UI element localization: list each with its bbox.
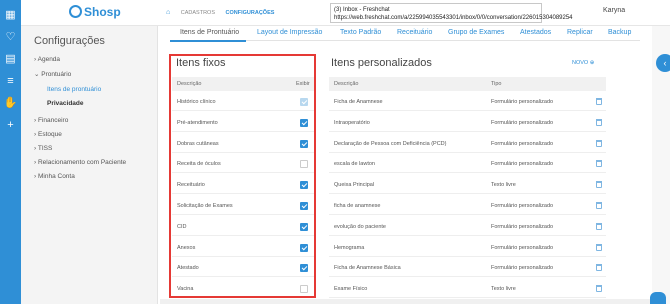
top-bar: Shosp ⌂ CADASTROS CONFIGURAÇÕES (3) Inbo… bbox=[21, 0, 670, 26]
database-icon[interactable]: ≡ bbox=[0, 70, 21, 92]
tooltip-title: (3) Inbox - Freshchat bbox=[334, 7, 390, 13]
trash-icon[interactable] bbox=[596, 181, 602, 189]
row-divider bbox=[329, 172, 606, 174]
sidebar-item-tiss[interactable]: › TISS bbox=[34, 145, 52, 152]
logo-text: Shosp bbox=[84, 5, 121, 19]
handshake-icon[interactable]: ✋ bbox=[0, 92, 21, 114]
trash-icon[interactable] bbox=[596, 98, 602, 105]
custom-item-description[interactable]: Ficha de Anamnese bbox=[334, 99, 383, 105]
custom-item-description[interactable]: Queixa Principal bbox=[334, 182, 374, 188]
trash-icon[interactable] bbox=[596, 285, 602, 293]
row-divider bbox=[329, 151, 606, 153]
row-divider bbox=[329, 255, 606, 257]
tab-backup[interactable]: Backup bbox=[608, 29, 631, 36]
collapse-panel-button[interactable]: ‹ bbox=[656, 54, 670, 72]
user-name[interactable]: Karyna bbox=[603, 7, 625, 14]
custom-item-type: Formulário personalizado bbox=[491, 119, 554, 126]
browser-tab-tooltip: (3) Inbox - Freshchat https://web.freshc… bbox=[330, 3, 573, 23]
custom-item-type: Texto livre bbox=[491, 182, 516, 189]
chat-widget-icon[interactable] bbox=[650, 292, 666, 304]
breadcrumb: ⌂ CADASTROS CONFIGURAÇÕES bbox=[166, 9, 283, 16]
horizontal-scrollbar[interactable] bbox=[160, 299, 650, 304]
trash-icon[interactable] bbox=[596, 202, 602, 209]
breadcrumb-configuracoes[interactable]: CONFIGURAÇÕES bbox=[226, 10, 275, 16]
trash-icon[interactable] bbox=[596, 118, 602, 126]
custom-items-title: Itens personalizados bbox=[331, 57, 432, 69]
trash-icon[interactable] bbox=[596, 222, 602, 230]
custom-table-header bbox=[329, 77, 606, 91]
tab-itens-prontuario[interactable]: Itens de Prontuário bbox=[180, 29, 239, 36]
custom-item-type: Formulário personalizado bbox=[491, 244, 554, 251]
row-divider bbox=[329, 214, 606, 215]
tab-atestados[interactable]: Atestados bbox=[520, 29, 551, 36]
custom-col-description: Descrição bbox=[334, 81, 359, 87]
app-rail: ▦ ♡ ▤ ≡ ✋ + bbox=[0, 0, 21, 304]
tooltip-url: https://web.freshchat.com/a/225994035543… bbox=[334, 15, 573, 21]
app-logo[interactable]: Shosp bbox=[69, 5, 121, 19]
row-divider bbox=[329, 130, 606, 132]
row-divider bbox=[329, 193, 606, 195]
tab-receituario[interactable]: Receituário bbox=[397, 29, 432, 36]
sidebar-item-relacionamento[interactable]: › Relacionamento com Paciente bbox=[34, 159, 126, 166]
settings-tabs: Itens de Prontuário Layout de Impressão … bbox=[170, 26, 640, 41]
tab-replicar[interactable]: Replicar bbox=[567, 29, 593, 36]
custom-item-description[interactable]: Hemograma bbox=[334, 245, 364, 251]
sidebar-item-agenda[interactable]: › Agenda bbox=[34, 56, 60, 63]
tab-layout-impressao[interactable]: Layout de Impressão bbox=[257, 29, 322, 36]
trash-icon[interactable] bbox=[596, 264, 602, 272]
custom-col-type: Tipo bbox=[491, 81, 502, 87]
sidebar-item-financeiro[interactable]: › Financeiro bbox=[34, 117, 68, 124]
sidebar-subitem-itens-prontuario[interactable]: Itens de prontuário bbox=[47, 86, 101, 93]
custom-item-description[interactable]: escala de lawton bbox=[334, 161, 375, 167]
settings-sidebar: Configurações › Agenda ⌄ Prontuário Iten… bbox=[21, 26, 158, 304]
custom-item-type: Texto livre bbox=[491, 286, 516, 293]
custom-item-description[interactable]: Declaração de Pessoa com Deficiência (PC… bbox=[334, 141, 447, 147]
active-tab-indicator bbox=[170, 40, 246, 42]
calendar-icon[interactable]: ▦ bbox=[0, 4, 21, 26]
trash-icon[interactable] bbox=[596, 160, 602, 168]
tab-grupo-exames[interactable]: Grupo de Exames bbox=[448, 29, 504, 36]
sidebar-title: Configurações bbox=[34, 35, 105, 47]
custom-item-type: Formulário personalizado bbox=[491, 265, 554, 272]
row-divider bbox=[329, 276, 606, 278]
row-divider bbox=[329, 110, 606, 111]
custom-item-type: Formulário personalizado bbox=[491, 140, 554, 147]
sidebar-subitem-privacidade[interactable]: Privacidade bbox=[47, 100, 84, 107]
plus-icon[interactable]: + bbox=[0, 114, 21, 136]
custom-item-description[interactable]: Exame Físico bbox=[334, 286, 367, 292]
logo-icon bbox=[69, 5, 82, 18]
sidebar-item-estoque[interactable]: › Estoque bbox=[34, 131, 62, 138]
custom-item-type: Formulário personalizado bbox=[491, 99, 554, 105]
custom-item-description[interactable]: Ficha de Anamnese Básica bbox=[334, 265, 401, 271]
trash-icon[interactable] bbox=[596, 139, 602, 147]
highlight-box bbox=[169, 54, 316, 298]
home-icon[interactable]: ⌂ bbox=[166, 9, 170, 16]
custom-item-description[interactable]: evolução do paciente bbox=[334, 224, 386, 230]
tab-texto-padrao[interactable]: Texto Padrão bbox=[340, 29, 381, 36]
custom-item-type: Formulário personalizado bbox=[491, 203, 554, 209]
custom-item-description[interactable]: Intraoperatório bbox=[334, 120, 370, 126]
custom-item-description[interactable]: ficha de anamnese bbox=[334, 203, 380, 209]
breadcrumb-cadastros[interactable]: CADASTROS bbox=[181, 10, 215, 16]
sidebar-item-minha-conta[interactable]: › Minha Conta bbox=[34, 173, 75, 180]
new-item-button[interactable]: NOVO ⊕ bbox=[572, 60, 594, 66]
trash-icon[interactable] bbox=[596, 243, 602, 251]
custom-item-type: Formulário personalizado bbox=[491, 223, 554, 230]
sidebar-item-prontuario[interactable]: ⌄ Prontuário bbox=[34, 70, 71, 78]
custom-item-type: Formulário personalizado bbox=[491, 161, 554, 168]
money-icon[interactable]: ▤ bbox=[0, 48, 21, 70]
heart-icon[interactable]: ♡ bbox=[0, 26, 21, 48]
row-divider bbox=[329, 234, 606, 236]
